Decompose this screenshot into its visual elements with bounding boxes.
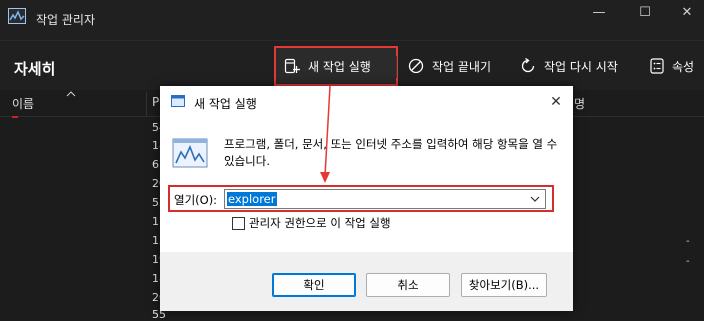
browse-button[interactable]: 찾아보기(B)... bbox=[461, 273, 547, 297]
new-task-label: 새 작업 실행 bbox=[308, 59, 371, 74]
row-dash: - bbox=[686, 256, 690, 267]
column-divider[interactable] bbox=[146, 92, 147, 116]
close-window-button[interactable]: ✕ bbox=[664, 0, 704, 24]
admin-checkbox[interactable] bbox=[232, 216, 245, 230]
restart-task-icon bbox=[521, 58, 535, 73]
ok-button[interactable]: 확인 bbox=[272, 273, 356, 297]
dialog-close-button[interactable]: ✕ bbox=[546, 92, 566, 112]
restart-task-button[interactable]: 작업 다시 시작 bbox=[512, 48, 638, 84]
page-title: 자세히 bbox=[14, 60, 56, 78]
row-marker bbox=[12, 116, 18, 118]
maximize-button[interactable]: ☐ bbox=[622, 0, 668, 24]
end-task-button[interactable]: 작업 끝내기 bbox=[400, 48, 512, 84]
window-title: 작업 관리자 bbox=[36, 13, 96, 27]
run-dialog: 새 작업 실행 ✕ 프로그램, 폴더, 문서, 또는 인터넷 주소를 입력하여 … bbox=[160, 86, 573, 311]
run-dialog-icon bbox=[171, 95, 185, 107]
properties-icon bbox=[650, 58, 664, 74]
end-task-icon bbox=[408, 58, 424, 74]
new-task-button[interactable]: 새 작업 실행 bbox=[274, 46, 398, 86]
column-header-name[interactable]: 이름 bbox=[12, 95, 34, 112]
end-task-label: 작업 끝내기 bbox=[432, 59, 492, 74]
minimize-button[interactable]: — bbox=[576, 0, 622, 24]
toolbar-divider bbox=[396, 56, 397, 78]
restart-task-label: 작업 다시 시작 bbox=[544, 59, 618, 74]
open-input-value[interactable]: explorer bbox=[227, 192, 277, 206]
pid-value: 6 bbox=[152, 158, 159, 171]
open-combobox[interactable]: explorer bbox=[224, 189, 546, 209]
open-label: 열기(O): bbox=[174, 193, 218, 207]
cancel-button[interactable]: 취소 bbox=[366, 273, 450, 297]
row-dash: - bbox=[686, 236, 690, 247]
dialog-description: 프로그램, 폴더, 문서, 또는 인터넷 주소를 입력하여 해당 항목을 열 수… bbox=[224, 137, 558, 168]
chevron-down-icon[interactable] bbox=[527, 191, 543, 207]
column-header-description[interactable]: 명 bbox=[574, 95, 585, 112]
admin-checkbox-row[interactable]: 관리자 권한으로 이 작업 실행 bbox=[232, 215, 391, 231]
run-program-icon bbox=[172, 138, 208, 168]
dialog-title: 새 작업 실행 bbox=[194, 97, 257, 111]
properties-button[interactable]: 속성 bbox=[642, 48, 704, 84]
new-task-icon bbox=[284, 58, 300, 74]
properties-label: 속성 bbox=[672, 59, 695, 74]
task-manager-icon bbox=[8, 8, 26, 24]
admin-checkbox-label: 관리자 권한으로 이 작업 실행 bbox=[249, 216, 391, 230]
sort-asc-icon bbox=[66, 91, 76, 97]
